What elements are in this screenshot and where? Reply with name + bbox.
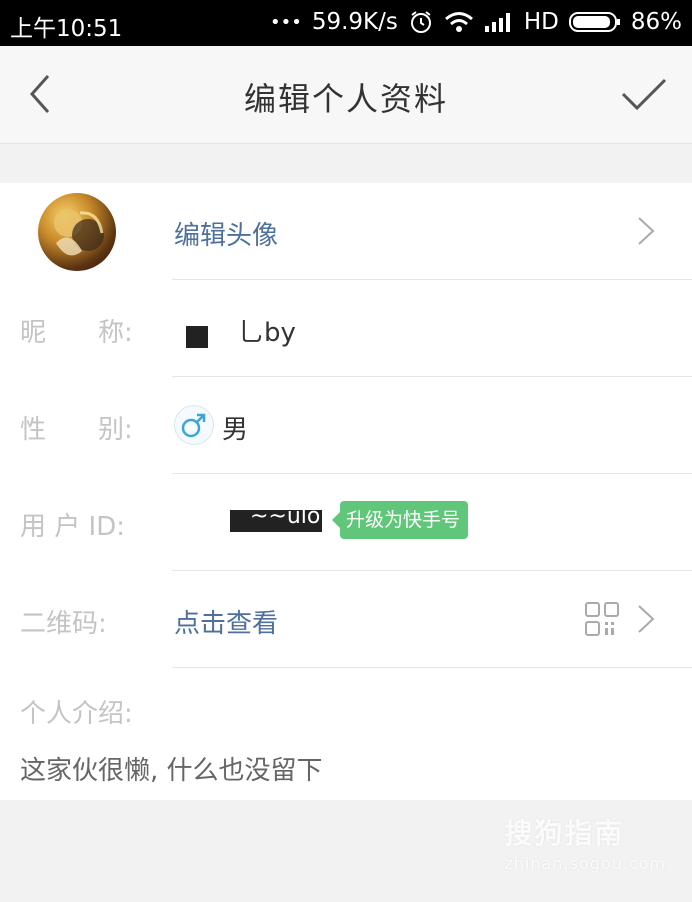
check-icon (621, 78, 667, 111)
status-time: 上午10:51 (10, 16, 123, 42)
qrcode-row[interactable]: 二维码: 点击查看 (0, 571, 692, 668)
watermark: 搜狗指南 zhinan.sogou.com (504, 812, 666, 873)
intro-label: 个人介绍: (20, 699, 133, 729)
watermark-url: zhinan.sogou.com (504, 854, 666, 873)
qrcode-label: 二维码: (20, 609, 107, 639)
status-dots: ••• (269, 11, 302, 33)
battery-percent: 86% (630, 9, 682, 35)
divider (172, 667, 692, 668)
status-bar: 上午10:51 ••• 59.9K/s HD 86% (0, 0, 692, 46)
gender-row[interactable]: 性 别: 男 (0, 377, 692, 474)
chevron-right-icon (638, 605, 655, 633)
male-icon (174, 405, 214, 445)
page-title: 编辑个人资料 (243, 80, 448, 118)
wifi-icon (444, 10, 474, 34)
avatar-row[interactable]: 编辑头像 (0, 183, 692, 280)
network-speed: 59.9K/s (311, 9, 398, 35)
network-type: HD (523, 9, 559, 35)
profile-card: 编辑头像 昵 称: 乚by 性 别: 男 用 户 ID: ~~ulo 升级为快手… (0, 183, 692, 800)
confirm-button[interactable] (620, 72, 668, 116)
status-right: ••• 59.9K/s HD 86% (270, 9, 682, 35)
nav-bar: 编辑个人资料 (0, 46, 692, 144)
qrcode-icon (585, 602, 619, 636)
battery-icon (568, 11, 621, 33)
qrcode-value: 点击查看 (174, 609, 279, 639)
intro-value[interactable]: 这家伙很懒, 什么也没留下 (20, 750, 323, 787)
watermark-brand: 搜狗指南 (504, 817, 625, 850)
gender-value: 男 (222, 415, 249, 445)
signal-icon (484, 11, 514, 33)
userid-value: ~~ulo (250, 504, 321, 529)
avatar (38, 193, 116, 271)
userid-label: 用 户 ID: (20, 512, 125, 542)
upgrade-button[interactable]: 升级为快手号 (331, 501, 469, 539)
redaction-block (186, 326, 208, 348)
nickname-label: 昵 称: (20, 318, 133, 348)
alarm-icon (408, 9, 434, 35)
chevron-right-icon (638, 217, 655, 245)
edit-avatar-label: 编辑头像 (174, 221, 279, 251)
nickname-row[interactable]: 昵 称: 乚by (0, 280, 692, 377)
gender-label: 性 别: (20, 415, 133, 445)
nickname-value: 乚by (238, 318, 296, 348)
